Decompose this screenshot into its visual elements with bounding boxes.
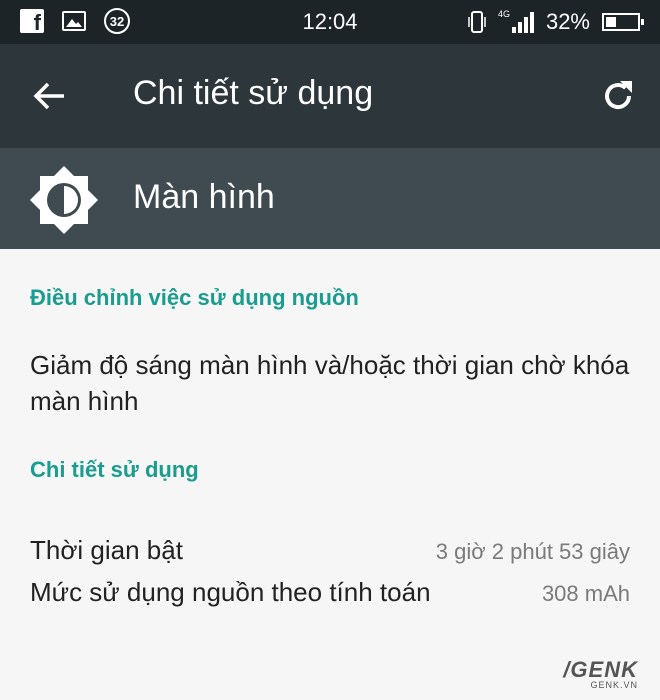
section-title-adjust: Điều chỉnh việc sử dụng nguồn: [30, 285, 359, 310]
usage-row: Thời gian bật 3 giờ 2 phút 53 giây: [30, 535, 630, 566]
status-bar: f 32 12:04 4G 32%: [0, 0, 660, 44]
brightness-icon: [30, 166, 98, 234]
section-title-details: Chi tiết sử dụng: [30, 457, 199, 482]
adjust-description[interactable]: Giảm độ sáng màn hình và/hoặc thời gian …: [30, 347, 640, 419]
usage-row: Mức sử dụng nguồn theo tính toán 308 mAh: [30, 577, 630, 608]
battery-percent: 32%: [545, 9, 590, 34]
app-header: Màn hình: [0, 148, 660, 249]
usage-row-label: Mức sử dụng nguồn theo tính toán: [30, 577, 431, 607]
genk-watermark-logo: /GENK GENK.VN: [563, 657, 638, 690]
back-arrow-icon[interactable]: [30, 76, 70, 116]
usage-row-value: 308 mAh: [541, 581, 630, 606]
usage-row-value: 3 giờ 2 phút 53 giây: [435, 539, 630, 564]
usage-row-label: Thời gian bật: [30, 535, 183, 565]
network-type-label: 4G: [497, 9, 510, 19]
system-status-icons: 4G 32%: [468, 9, 644, 35]
battery-fill: [606, 17, 616, 27]
signal-icon: [511, 11, 534, 33]
app-bar: Chi tiết sử dụng: [0, 44, 660, 148]
page-title: Chi tiết sử dụng: [133, 74, 374, 112]
usage-details-content: Điều chỉnh việc sử dụng nguồn Giảm độ sá…: [0, 249, 660, 700]
vibrate-icon: [468, 11, 486, 33]
app-name: Màn hình: [133, 178, 275, 216]
refresh-icon[interactable]: [598, 76, 638, 116]
battery-icon: [602, 13, 644, 31]
